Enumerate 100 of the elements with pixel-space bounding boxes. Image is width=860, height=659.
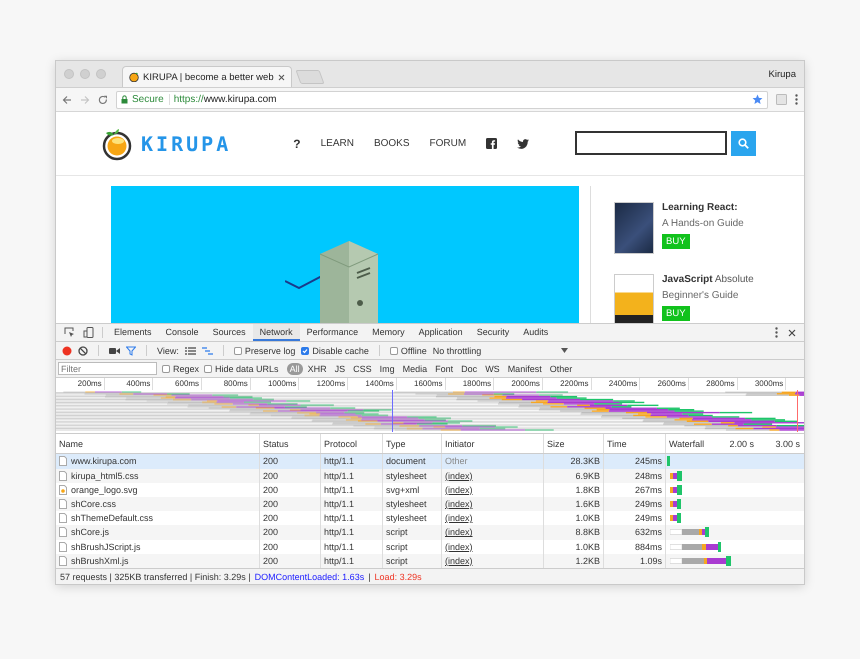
- request-row[interactable]: shBrushXml.js 200 http/1.1 script (index) 1.2KB 1.09s: [56, 554, 804, 568]
- file-icon: [59, 527, 67, 538]
- request-name: kirupa_html5.css: [71, 470, 139, 481]
- waterfall-bar-drawing: [670, 498, 681, 510]
- initiator-link[interactable]: (index): [445, 470, 473, 481]
- devtools-tab[interactable]: Audits: [516, 324, 556, 341]
- clear-icon[interactable]: [78, 346, 88, 356]
- resource-type-filter[interactable]: XHR: [304, 362, 330, 374]
- profile-name[interactable]: Kirupa: [768, 68, 796, 80]
- request-name: www.kirupa.com: [71, 456, 137, 466]
- back-icon[interactable]: [62, 94, 72, 104]
- resource-type-filter[interactable]: CSS: [350, 362, 375, 374]
- timeline-tick-label: 1000ms: [250, 378, 300, 390]
- column-header[interactable]: Size: [544, 434, 604, 454]
- checkbox[interactable]: [162, 364, 170, 372]
- initiator-link[interactable]: (index): [445, 513, 473, 524]
- more-options-icon[interactable]: [795, 94, 798, 105]
- search-button[interactable]: [731, 131, 756, 156]
- checkbox[interactable]: [301, 346, 310, 354]
- book-cover-image[interactable]: [614, 274, 654, 323]
- column-header[interactable]: Status: [260, 434, 321, 454]
- twitter-icon[interactable]: [517, 138, 530, 148]
- reload-icon[interactable]: [98, 94, 108, 104]
- address-bar[interactable]: Secure https://www.kirupa.com: [116, 90, 768, 108]
- resource-type-filter[interactable]: JS: [332, 362, 348, 374]
- filter-field[interactable]: Filter: [58, 362, 157, 375]
- request-name: shCore.css: [71, 499, 116, 510]
- checkbox[interactable]: [390, 346, 398, 354]
- resource-type-filter[interactable]: Img: [376, 362, 398, 374]
- checkbox[interactable]: [204, 364, 212, 372]
- waterfall-view-icon[interactable]: [202, 346, 213, 354]
- timeline-tick-label: 400ms: [104, 378, 154, 390]
- table-cell: 200: [260, 496, 321, 512]
- waterfall-bar-drawing: [670, 554, 731, 567]
- book-cover-image[interactable]: [614, 202, 654, 254]
- waterfall-bar-drawing: [670, 526, 709, 538]
- devtools-tab[interactable]: Security: [470, 324, 516, 341]
- table-cell: 1.6KB: [544, 496, 604, 512]
- book-title[interactable]: JavaScript Absolute: [662, 274, 754, 285]
- column-header[interactable]: Time: [604, 434, 666, 454]
- hide-data-urls-label: Hide data URLs: [215, 364, 279, 374]
- search-field[interactable]: [575, 131, 727, 155]
- column-header[interactable]: Name: [56, 434, 260, 454]
- secure-label: Secure: [132, 94, 170, 105]
- timeline-tick-label: 2600ms: [640, 378, 689, 390]
- initiator-link[interactable]: (index): [445, 484, 473, 495]
- devtools-tab[interactable]: Elements: [107, 324, 159, 341]
- devtools-tab[interactable]: Application: [412, 324, 470, 341]
- close-icon[interactable]: [278, 74, 285, 80]
- resource-type-filter[interactable]: Other: [546, 362, 576, 374]
- table-cell: stylesheet: [383, 468, 442, 483]
- request-row[interactable]: www.kirupa.com 200 http/1.1 document Other 28.3KB 245ms: [56, 454, 804, 469]
- devtools-tab[interactable]: Memory: [365, 324, 412, 341]
- devtools-tab[interactable]: Network: [252, 324, 300, 341]
- camera-icon[interactable]: [109, 346, 120, 354]
- timeline-tick-label: 2800ms: [688, 378, 738, 390]
- inspect-element-icon[interactable]: [64, 327, 75, 338]
- facebook-icon[interactable]: [486, 138, 498, 149]
- device-toolbar-icon[interactable]: [83, 327, 94, 338]
- star-icon[interactable]: [752, 94, 763, 105]
- initiator-link[interactable]: (index): [445, 527, 473, 538]
- close-icon[interactable]: [788, 328, 796, 336]
- nav-link[interactable]: BOOKS: [374, 138, 410, 149]
- record-icon[interactable]: [62, 346, 72, 356]
- book-title[interactable]: Learning React:: [662, 202, 744, 213]
- waterfall-bar-drawing: [667, 455, 670, 468]
- nav-link[interactable]: ?: [293, 136, 301, 150]
- column-header[interactable]: Waterfall: [669, 434, 704, 454]
- column-header[interactable]: Protocol: [321, 434, 383, 454]
- resource-type-filter[interactable]: WS: [482, 362, 503, 374]
- file-icon: [59, 456, 67, 466]
- table-cell: 6.9KB: [544, 468, 604, 483]
- devtools-tab[interactable]: Performance: [300, 324, 366, 341]
- nav-link[interactable]: FORUM: [430, 138, 466, 149]
- checkbox[interactable]: [234, 346, 242, 354]
- initiator-link[interactable]: (index): [445, 556, 473, 566]
- nav-link[interactable]: LEARN: [320, 138, 354, 149]
- browser-tab[interactable]: KIRUPA | become a better web: [122, 66, 292, 87]
- resource-type-filter[interactable]: Media: [400, 362, 430, 374]
- timeline-tick-label: 1600ms: [396, 378, 446, 390]
- resource-type-filter[interactable]: Doc: [458, 362, 480, 374]
- column-header[interactable]: Type: [383, 434, 442, 454]
- devtools-tab[interactable]: Sources: [206, 324, 253, 341]
- filter-icon[interactable]: [126, 346, 136, 356]
- initiator-link[interactable]: (index): [445, 499, 473, 510]
- dom-content-loaded-time: DOMContentLoaded: 1.63s: [254, 572, 364, 582]
- request-row[interactable]: shCore.js 200 http/1.1 script (index) 8.8KB 632ms: [56, 525, 804, 540]
- request-row[interactable]: kirupa_html5.css 200 http/1.1 stylesheet (index) 6.9KB 248ms: [56, 468, 804, 483]
- waterfall-tick-label: 3.00 s: [775, 438, 800, 451]
- list-view-icon[interactable]: [184, 346, 196, 354]
- devtools-tab[interactable]: Console: [158, 324, 206, 341]
- throttling-dropdown[interactable]: No throttling: [432, 346, 568, 356]
- resource-type-filter[interactable]: Font: [432, 362, 456, 374]
- resource-type-filter[interactable]: Manifest: [504, 362, 545, 374]
- table-cell: 632ms: [604, 525, 666, 540]
- column-header[interactable]: Initiator: [442, 434, 544, 454]
- request-row[interactable]: shCore.css 200 http/1.1 stylesheet (index) 1.6KB 249ms: [56, 496, 804, 512]
- initiator-link[interactable]: (index): [445, 542, 473, 552]
- load-time: Load: 3.29s: [374, 572, 422, 582]
- more-options-icon[interactable]: [775, 327, 778, 338]
